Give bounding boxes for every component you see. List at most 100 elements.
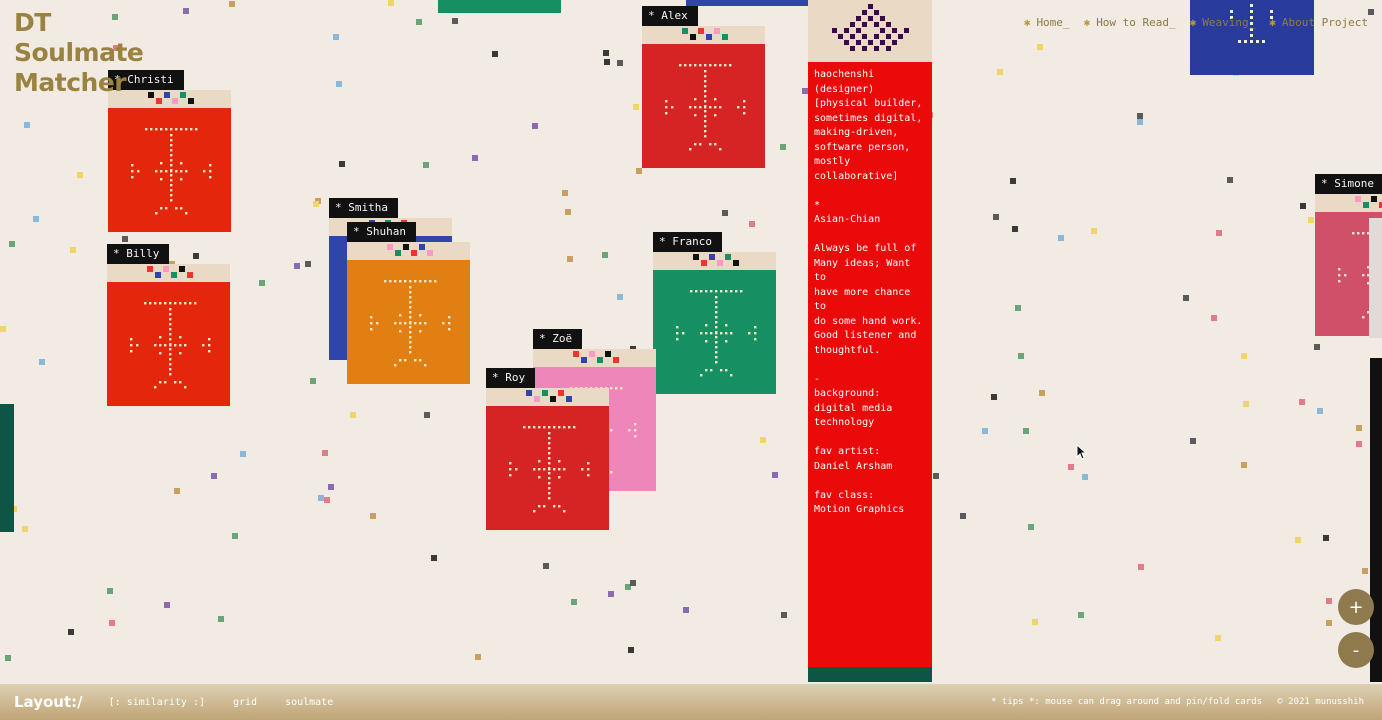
confetti-dot: [174, 488, 180, 494]
layout-bar: Layout:/ [: similarity :] grid soulmate …: [0, 684, 1382, 720]
card-name-tag[interactable]: * Franco: [653, 232, 722, 252]
confetti-dot: [68, 629, 74, 635]
person-card[interactable]: * Billy: [107, 244, 230, 406]
confetti-dot: [1018, 353, 1024, 359]
layout-option-similarity[interactable]: [: similarity :]: [109, 697, 205, 708]
strip-stitch: [526, 390, 532, 396]
partial-card-green[interactable]: [438, 0, 561, 13]
confetti-dot: [211, 473, 217, 479]
star-icon: ✱: [1269, 15, 1276, 29]
nav-how-to-read-label: How to Read_: [1096, 15, 1176, 29]
confetti-dot: [318, 495, 324, 501]
confetti-dot: [1241, 353, 1247, 359]
weave-motif-icon: [369, 280, 450, 367]
confetti-dot: [1227, 177, 1233, 183]
offscreen-profile-panel[interactable]: [1370, 358, 1382, 682]
confetti-dot: [183, 8, 189, 14]
confetti-dot: [240, 451, 246, 457]
card-name-tag[interactable]: * Simone: [1315, 174, 1382, 194]
confetti-dot: [107, 588, 113, 594]
star-icon: ✱: [1189, 15, 1197, 29]
confetti-dot: [452, 18, 458, 24]
card-pattern-strip: [533, 349, 656, 367]
person-card[interactable]: * Christi: [108, 70, 231, 232]
card-weave-body: [107, 282, 230, 406]
nav-home[interactable]: ✱ Home_: [1024, 12, 1070, 32]
confetti-dot: [628, 647, 634, 653]
profile-detail-card[interactable]: haochenshi (designer) [physical builder,…: [808, 0, 932, 682]
confetti-dot: [416, 19, 422, 25]
confetti-dot: [39, 359, 45, 365]
confetti-dot: [562, 190, 568, 196]
nav-weaving[interactable]: ✱ Weaving_: [1190, 12, 1256, 32]
strip-stitch: [1371, 196, 1377, 202]
card-name-tag[interactable]: * Roy: [486, 368, 536, 388]
card-name: Franco: [672, 235, 712, 248]
confetti-dot: [1015, 305, 1021, 311]
confetti-dot: [1039, 390, 1045, 396]
person-card[interactable]: * Roy: [486, 368, 609, 530]
star-icon: ✱: [1023, 15, 1031, 29]
confetti-dot: [24, 122, 30, 128]
confetti-dot: [1356, 441, 1362, 447]
person-card[interactable]: * Alex: [642, 6, 765, 168]
partial-card-teal-left[interactable]: [0, 404, 14, 532]
card-name-tag[interactable]: * Billy: [107, 244, 170, 264]
confetti-dot: [997, 69, 1003, 75]
confetti-dot: [683, 607, 689, 613]
confetti-dot: [1091, 228, 1097, 234]
confetti-dot: [1295, 537, 1301, 543]
strip-stitch: [187, 272, 193, 278]
person-card[interactable]: * Franco: [653, 232, 776, 394]
strip-stitch: [148, 92, 154, 98]
zoom-in-button[interactable]: +: [1338, 589, 1374, 625]
strip-stitch: [411, 250, 417, 256]
weave-motif-icon: [675, 290, 756, 377]
zoom-out-button[interactable]: -: [1338, 632, 1374, 668]
partial-card-edge-right[interactable]: [1369, 218, 1382, 338]
strip-stitch: [155, 272, 161, 278]
card-name-tag[interactable]: * Smitha: [329, 198, 398, 218]
layout-option-soulmate[interactable]: soulmate: [285, 697, 333, 708]
confetti-dot: [1012, 226, 1018, 232]
card-name: Zoë: [552, 332, 573, 345]
card-weave-body: [653, 270, 776, 394]
star-icon: ✱: [1083, 15, 1091, 29]
layout-option-grid[interactable]: grid: [233, 697, 257, 708]
strip-stitch: [733, 260, 739, 266]
card-name-tag[interactable]: * Shuhan: [347, 222, 416, 242]
confetti-dot: [1137, 119, 1143, 125]
person-card[interactable]: * Shuhan: [347, 222, 470, 384]
confetti-dot: [1216, 230, 1222, 236]
confetti-dot: [567, 256, 573, 262]
confetti-dot: [322, 450, 328, 456]
strip-stitch: [581, 357, 587, 363]
strip-stitch: [725, 254, 731, 260]
strip-stitch: [722, 34, 728, 40]
strip-stitch: [682, 28, 688, 34]
strip-stitch: [188, 98, 194, 104]
nav-about-project[interactable]: ✱ About Project: [1269, 12, 1368, 32]
weave-motif-icon: [508, 426, 589, 513]
confetti-dot: [324, 497, 330, 503]
site-logo[interactable]: DT Soulmate Matcher: [14, 8, 144, 98]
confetti-dot: [1299, 399, 1305, 405]
confetti-dot: [9, 241, 15, 247]
strip-stitch: [164, 92, 170, 98]
confetti-dot: [259, 280, 265, 286]
strip-stitch: [403, 244, 409, 250]
confetti-dot: [602, 252, 608, 258]
confetti-dot: [543, 563, 549, 569]
confetti-dot: [608, 591, 614, 597]
strip-stitch: [717, 260, 723, 266]
card-name-tag[interactable]: * Zoë: [533, 329, 583, 349]
confetti-dot: [933, 473, 939, 479]
weave-motif-icon: [129, 302, 210, 389]
partial-card-blue[interactable]: [686, 0, 808, 6]
card-name-tag[interactable]: * Alex: [642, 6, 698, 26]
confetti-dot: [164, 602, 170, 608]
confetti-dot: [1243, 401, 1249, 407]
nav-how-to-read[interactable]: ✱ How to Read_: [1084, 12, 1176, 32]
strip-stitch: [573, 351, 579, 357]
copyright[interactable]: © 2021 munusshih: [1277, 697, 1364, 707]
